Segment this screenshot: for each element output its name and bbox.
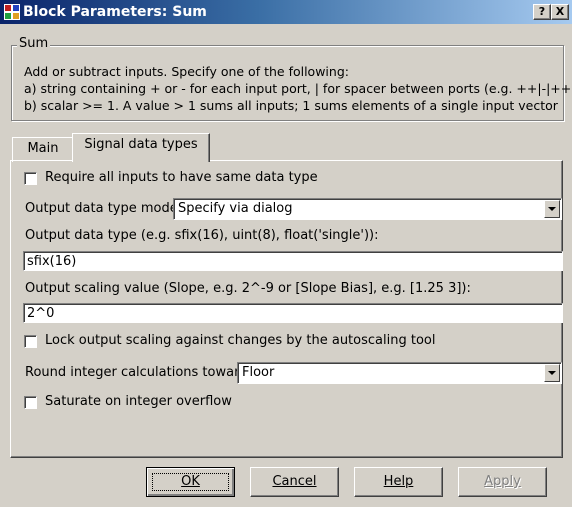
saturate-label: Saturate on integer overflow [45, 394, 232, 409]
chevron-down-icon[interactable] [544, 364, 560, 382]
help-button[interactable]: Help [354, 467, 443, 497]
close-button[interactable]: X [551, 4, 569, 20]
round-toward-label: Round integer calculations toward: [25, 365, 252, 380]
ok-button[interactable]: OK [146, 467, 235, 497]
require-same-type-label: Require all inputs to have same data typ… [45, 170, 318, 185]
description-line-1: Add or subtract inputs. Specify one of t… [24, 64, 349, 79]
group-title: Sum [17, 36, 51, 51]
help-title-button[interactable]: ? [533, 4, 551, 20]
description-line-3: b) scalar >= 1. A value > 1 sums all inp… [24, 98, 558, 113]
lock-scaling-checkbox[interactable] [24, 335, 37, 348]
title-bar[interactable]: Block Parameters: Sum ? X [0, 0, 572, 24]
apply-button[interactable]: Apply [458, 467, 547, 497]
simulink-block-icon [4, 4, 20, 20]
output-mode-select[interactable]: Specify via dialog [173, 198, 562, 220]
lock-scaling-label: Lock output scaling against changes by t… [45, 333, 436, 348]
require-same-type-checkbox[interactable] [24, 172, 37, 185]
help-button-label: Help [383, 474, 414, 489]
round-toward-select[interactable]: Floor [237, 362, 562, 384]
cancel-button[interactable]: Cancel [250, 467, 339, 497]
tab-main[interactable]: Main [12, 137, 74, 162]
window-title: Block Parameters: Sum [23, 4, 207, 20]
saturate-checkbox[interactable] [24, 396, 37, 409]
round-toward-value: Floor [242, 365, 275, 380]
description-line-2: a) string containing + or - for each inp… [24, 81, 572, 96]
cancel-button-label: Cancel [272, 474, 317, 489]
output-mode-value: Specify via dialog [178, 201, 293, 216]
output-mode-label: Output data type mode: [25, 201, 183, 216]
output-type-label: Output data type (e.g. sfix(16), uint(8)… [25, 228, 379, 243]
chevron-down-icon[interactable] [544, 200, 560, 218]
tab-signal-data-types[interactable]: Signal data types [72, 133, 210, 162]
apply-button-label: Apply [484, 474, 521, 489]
output-scaling-label: Output scaling value (Slope, e.g. 2^-9 o… [25, 281, 471, 296]
focus-rect [152, 473, 229, 491]
output-scaling-input[interactable]: 2^0 [23, 303, 563, 323]
output-type-input[interactable]: sfix(16) [23, 251, 563, 271]
